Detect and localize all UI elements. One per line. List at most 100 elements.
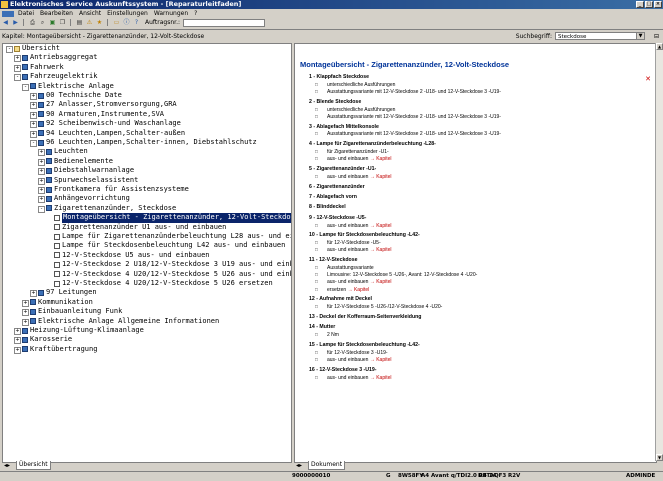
kapitel-link[interactable]: Kapitel [376, 357, 391, 363]
search-icon[interactable]: ⌕ [38, 19, 47, 27]
tab-uebersicht[interactable]: Übersicht [16, 461, 51, 470]
item-title: Lampe für Steckdosenbeleuchtung -L42- [319, 232, 420, 239]
tab-scroll-arrows-icon[interactable]: ◂▸ [4, 462, 10, 469]
collapse-icon[interactable]: - [38, 205, 45, 213]
tree-node-label: 12-V-Steckdose 4 U20/12-V-Steckdose 5 U2… [62, 279, 273, 287]
auftrag-label: Auftragsnr.: [145, 19, 180, 26]
bullet-icon: □ [315, 279, 318, 285]
subitem-text: für Zigarettenanzünder -U1- [327, 149, 389, 155]
subitem-text: für 12-V-Steckdose 5 -U26-/12-V-Steckdos… [327, 304, 443, 311]
expand-icon[interactable]: + [14, 55, 21, 63]
expand-icon[interactable]: + [30, 111, 37, 119]
expand-icon[interactable]: + [38, 168, 45, 176]
document-subitem: □ aus- und einbauen → Kapitel [315, 247, 392, 254]
expand-icon[interactable]: + [14, 346, 21, 354]
info-icon[interactable]: ⓘ [122, 19, 131, 27]
expand-icon[interactable]: + [38, 149, 45, 157]
book-icon [38, 92, 44, 99]
item-title: Blende Steckdose [316, 98, 362, 105]
close-button[interactable]: × [654, 1, 662, 8]
chevron-down-icon[interactable]: ▼ [636, 33, 644, 39]
item-title: Ablagefach Mittelkonsole [316, 123, 379, 130]
save-icon[interactable]: ▣ [48, 19, 57, 27]
expand-icon[interactable]: + [30, 130, 37, 138]
expand-icon[interactable]: + [38, 177, 45, 185]
auftrag-input[interactable] [183, 18, 265, 27]
document-item: 5 - Zigarettenanzünder -U1- [309, 166, 376, 172]
minimize-button[interactable]: _ [636, 1, 644, 8]
close-icon[interactable]: ✕ [644, 75, 652, 83]
expand-icon[interactable]: + [14, 64, 21, 72]
help-icon[interactable]: ? [132, 19, 141, 27]
menu-item-3[interactable]: Einstellungen [104, 9, 151, 18]
maximize-button[interactable]: □ [645, 1, 653, 8]
star-icon[interactable]: ★ [95, 19, 104, 27]
scroll-up-icon[interactable]: ▲ [656, 43, 663, 50]
kapitel-link[interactable]: Kapitel [376, 174, 391, 180]
forward-arrow-icon[interactable]: ▶ [11, 19, 20, 27]
document-item: 12 - Aufnahme mit Deckel [309, 296, 372, 302]
document-subitem: □ 2 Nm [315, 332, 339, 338]
expand-icon[interactable]: + [22, 309, 29, 317]
scroll-down-icon[interactable]: ▼ [656, 454, 663, 461]
subitem-text: aus- und einbauen [327, 247, 369, 254]
item-title: Zigarettenanzünder [316, 183, 365, 190]
kapitel-link[interactable]: Kapitel [354, 287, 369, 293]
menu-item-4[interactable]: Warnungen [151, 9, 191, 18]
menu-bar: Datei Bearbeiten Ansicht Einstellungen Warnu… [0, 9, 663, 18]
tree-node-label: 00 Technische Date [46, 91, 122, 99]
expand-icon[interactable]: + [38, 158, 45, 166]
collapse-icon[interactable]: - [30, 140, 37, 147]
expand-icon[interactable]: + [30, 121, 37, 129]
copy-icon[interactable]: ❐ [58, 19, 67, 27]
subitem-text: für 12-V-Steckdose -U5- [327, 240, 381, 247]
expand-icon[interactable]: + [22, 318, 29, 326]
book-icon[interactable]: ▤ [75, 19, 84, 27]
expand-icon[interactable]: + [38, 187, 45, 194]
expand-icon[interactable]: + [38, 196, 45, 204]
menu-item-5[interactable]: ? [191, 9, 200, 18]
book-icon [46, 149, 52, 156]
warning-icon[interactable]: ⚠ [85, 19, 94, 27]
tree-node-label: Fahrzeugelektrik [30, 72, 98, 81]
document-icon [54, 280, 60, 287]
kapitel-link[interactable]: Kapitel [376, 247, 391, 253]
item-title: Zigarettenanzünder -U1- [316, 166, 377, 172]
menu-item-0[interactable]: Datei [15, 9, 37, 18]
expand-icon[interactable]: + [14, 337, 21, 345]
expand-icon[interactable]: + [30, 102, 37, 110]
item-title: Lampe für Steckdosenbeleuchtung -L42- [319, 342, 420, 348]
bullet-icon: □ [315, 113, 318, 119]
tree-node-label: Montageübersicht - Zigarettenanzünder, 1… [62, 213, 291, 223]
document-item: 14 - Mutter [309, 324, 335, 330]
collapse-icon[interactable]: - [22, 83, 29, 91]
subitem-text: unterschiedliche Ausführungen [327, 81, 396, 88]
kapitel-link[interactable]: Kapitel [376, 375, 391, 381]
menu-item-2[interactable]: Ansicht [76, 9, 104, 18]
item-title: Lampe für Zigarettenanzünderbeleuchtung … [316, 141, 436, 148]
kapitel-link[interactable]: Kapitel [376, 223, 391, 229]
tree-node-label: Anhängevorrichtung [54, 194, 130, 203]
collapse-icon[interactable]: - [6, 46, 13, 53]
expand-icon[interactable]: + [30, 93, 37, 100]
app-icon [1, 1, 8, 8]
window-controls: _ □ × [636, 1, 662, 8]
back-arrow-icon[interactable]: ◀ [1, 19, 10, 27]
document-scrollbar[interactable]: ▲ ▼ [655, 43, 663, 461]
pin-icon[interactable]: ⊟ [653, 33, 660, 40]
search-select[interactable]: Steckdose ▼ [555, 32, 645, 40]
tab-scroll-arrows-icon[interactable]: ◂▸ [296, 462, 302, 469]
expand-icon[interactable]: + [14, 328, 21, 335]
expand-icon[interactable]: + [22, 299, 29, 307]
expand-icon[interactable]: + [30, 290, 37, 298]
document-subitem: □ unterschiedliche Ausführungen [315, 81, 396, 88]
document-item: 7 - Ablagefach vorn [309, 194, 357, 200]
tab-dokument[interactable]: Dokument [308, 461, 346, 470]
folder-icon[interactable]: ▭ [112, 19, 121, 27]
book-icon [30, 299, 36, 306]
menu-item-1[interactable]: Bearbeiten [37, 9, 76, 18]
print-icon[interactable]: ⎙ [28, 19, 37, 27]
collapse-icon[interactable]: - [14, 74, 21, 82]
kapitel-link[interactable]: Kapitel [376, 156, 391, 162]
kapitel-link[interactable]: Kapitel [376, 279, 391, 285]
